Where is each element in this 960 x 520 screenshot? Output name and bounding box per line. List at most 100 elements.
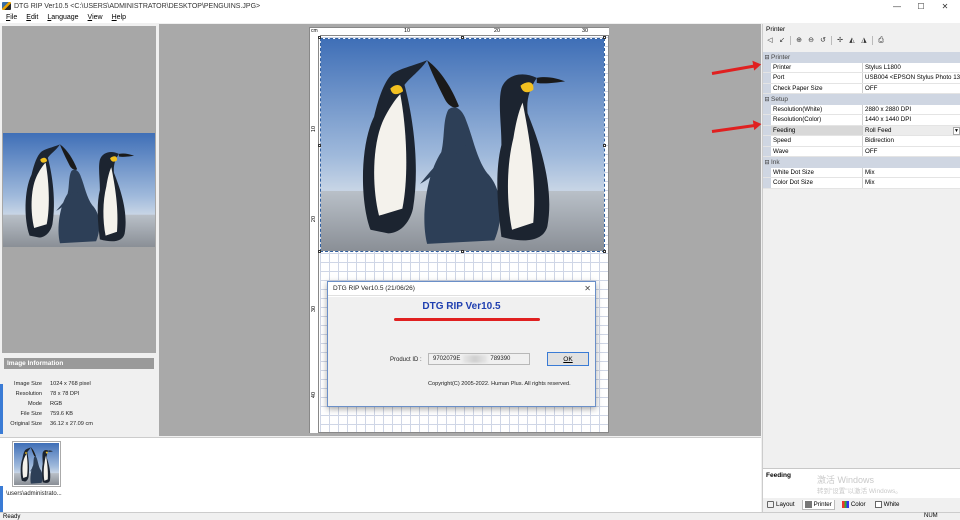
row-gutter: [763, 167, 771, 177]
category-setup[interactable]: ⊟ Setup: [763, 94, 960, 105]
feeding-select[interactable]: Roll Feed ▼: [863, 125, 960, 135]
prop-value[interactable]: 2880 x 2880 DPI: [863, 105, 960, 115]
resize-handle[interactable]: [461, 36, 464, 39]
prop-name: Wave: [771, 146, 863, 156]
prop-name: Resolution(White): [771, 104, 863, 114]
chevron-down-icon[interactable]: ▼: [953, 126, 960, 135]
tab-label: Color: [850, 501, 866, 508]
category-printer[interactable]: ⊟ Printer: [763, 52, 960, 63]
info-row-original-size: Original Size 36.12 x 27.09 cm: [4, 421, 154, 431]
resize-handle[interactable]: [603, 250, 606, 253]
center-icon[interactable]: ✢: [836, 37, 844, 45]
prop-printer[interactable]: Printer Stylus L1800: [763, 62, 960, 73]
prop-color-dot-size[interactable]: Color Dot Size Mix: [763, 178, 960, 189]
prop-value[interactable]: 1440 x 1440 DPI: [863, 115, 960, 125]
menu-edit[interactable]: Edit: [26, 14, 38, 21]
rotate-icon[interactable]: ↺: [819, 37, 827, 45]
thumbnail-image: [14, 443, 59, 485]
annotation-underline: [394, 318, 540, 321]
flip-icon[interactable]: ◭: [848, 37, 856, 45]
dialog-heading: DTG RIP Ver10.5: [422, 301, 501, 312]
prop-name: White Dot Size: [771, 167, 863, 177]
layout-icon: [767, 501, 774, 508]
prop-wave[interactable]: Wave OFF: [763, 146, 960, 157]
prop-value[interactable]: Mix: [863, 178, 960, 188]
prop-value[interactable]: Mix: [863, 168, 960, 178]
close-button[interactable]: ✕: [930, 0, 960, 12]
tab-layout[interactable]: Layout: [765, 500, 797, 509]
prop-resolution-white[interactable]: Resolution(White) 2880 x 2880 DPI: [763, 104, 960, 115]
ruler-unit: cm: [311, 28, 318, 34]
arrow-left-icon[interactable]: ◁: [766, 37, 774, 45]
prop-value[interactable]: OFF: [863, 147, 960, 157]
window-title: DTG RIP Ver10.5 <C:\USERS\ADMINISTRATOR\…: [14, 2, 261, 10]
placed-image[interactable]: [320, 38, 605, 252]
tab-label: Printer: [813, 500, 832, 508]
tab-label: White: [883, 501, 900, 508]
arrow-down-left-icon[interactable]: ↙: [778, 37, 786, 45]
thumbnail-caption: \users\administrato...: [6, 491, 62, 497]
prop-value[interactable]: Stylus L1800: [863, 63, 960, 73]
product-id-end: 789390: [490, 356, 511, 362]
toolbar-separator: [790, 36, 791, 45]
menu-bar: File Edit Language View Help: [0, 12, 960, 23]
row-gutter: [763, 62, 771, 72]
prop-value[interactable]: USB004 <EPSON Stylus Photo 1390>: [863, 73, 960, 83]
prop-port[interactable]: PortUSB004 <EPSON Stylus Photo 1390>: [763, 73, 960, 84]
mirror-icon[interactable]: ◮: [860, 37, 868, 45]
resize-handle[interactable]: [318, 250, 321, 253]
prop-value[interactable]: OFF: [863, 84, 960, 94]
row-gutter: [763, 178, 771, 188]
status-bar: Ready NUM: [0, 512, 960, 520]
image-thumbnail[interactable]: [12, 441, 61, 487]
row-gutter: [763, 136, 771, 146]
resize-handle[interactable]: [603, 144, 606, 147]
prop-resolution-color[interactable]: Resolution(Color) 1440 x 1440 DPI: [763, 115, 960, 126]
info-value: RGB: [50, 401, 63, 407]
tab-color[interactable]: Color: [840, 500, 868, 509]
collapse-icon[interactable]: ⊟: [763, 159, 771, 166]
ruler-tick: 10: [311, 125, 318, 133]
info-value: 759.6 KB: [50, 411, 74, 417]
menu-help[interactable]: Help: [112, 14, 126, 21]
printer-icon[interactable]: ⎙: [877, 37, 885, 45]
prop-value[interactable]: Bidirection: [863, 136, 960, 146]
menu-file[interactable]: File: [6, 14, 17, 21]
prop-name: Port: [771, 73, 863, 83]
dialog-close-icon[interactable]: ✕: [584, 284, 591, 293]
info-value: 1024 x 768 pixel: [50, 381, 91, 387]
prop-name: Color Dot Size: [771, 178, 863, 188]
info-key: Image Size: [14, 381, 42, 387]
row-gutter: [763, 104, 771, 114]
preview-area: [2, 26, 156, 353]
collapse-icon[interactable]: ⊟: [763, 54, 771, 61]
prop-white-dot-size[interactable]: White Dot Size Mix: [763, 167, 960, 178]
dialog-body: DTG RIP Ver10.5 Product ID : 9702079E 78…: [328, 297, 595, 406]
panel-tabs: Layout Printer Color White: [763, 498, 960, 511]
resize-handle[interactable]: [461, 250, 464, 253]
menu-view[interactable]: View: [88, 14, 103, 21]
resize-handle[interactable]: [318, 144, 321, 147]
tab-label: Layout: [776, 501, 795, 508]
image-info-header: Image Information: [4, 358, 154, 369]
side-accent-strip: [0, 486, 3, 512]
prop-speed[interactable]: Speed Bidirection: [763, 136, 960, 147]
category-ink[interactable]: ⊟ Ink: [763, 157, 960, 168]
menu-language[interactable]: Language: [47, 14, 78, 21]
resize-handle[interactable]: [603, 36, 606, 39]
printer-icon: [804, 500, 812, 508]
info-row-mode: Mode RGB: [4, 401, 154, 411]
white-icon: [874, 501, 882, 508]
info-key: File Size: [20, 411, 42, 417]
move-horizontal-icon[interactable]: ⊕: [795, 37, 803, 45]
move-vertical-icon[interactable]: ⊖: [807, 37, 815, 45]
collapse-icon[interactable]: ⊟: [763, 96, 771, 103]
prop-feeding[interactable]: Feeding Roll Feed ▼: [763, 125, 960, 136]
prop-check-paper-size[interactable]: Check Paper Size OFF: [763, 83, 960, 94]
tab-white[interactable]: White: [873, 500, 902, 509]
title-bar: DTG RIP Ver10.5 <C:\USERS\ADMINISTRATOR\…: [0, 0, 960, 12]
left-panel: Image Information Image Size 1024 x 768 …: [0, 24, 159, 436]
tab-printer[interactable]: Printer: [801, 499, 835, 510]
ok-button[interactable]: OK: [547, 352, 589, 366]
resize-handle[interactable]: [318, 36, 321, 39]
